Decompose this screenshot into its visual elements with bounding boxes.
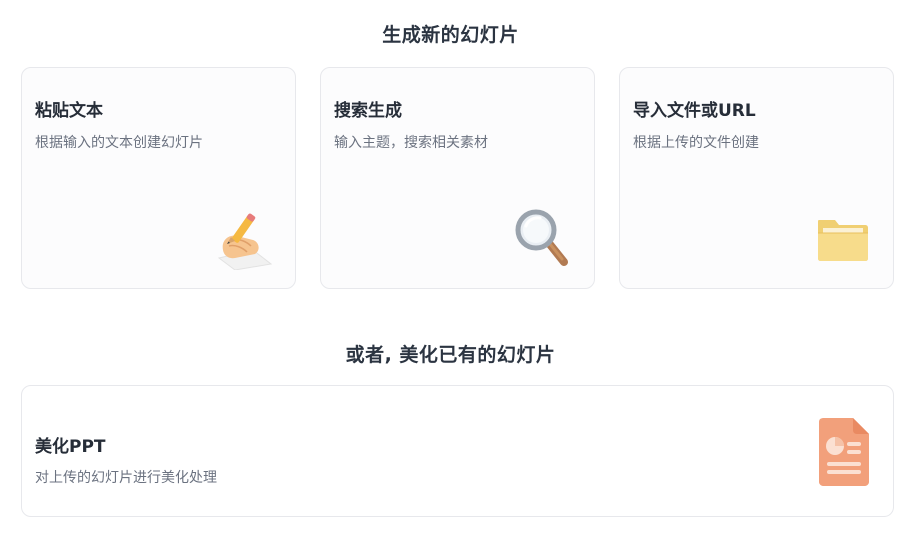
import-file-url-title: 导入文件或URL bbox=[633, 101, 756, 121]
search-generate-description: 输入主题，搜索相关素材 bbox=[334, 135, 488, 151]
paste-text-card[interactable]: 粘贴文本 根据输入的文本创建幻灯片 bbox=[21, 67, 296, 289]
paste-text-title: 粘贴文本 bbox=[35, 101, 103, 121]
search-generate-title: 搜索生成 bbox=[334, 101, 402, 121]
search-generate-card[interactable]: 搜索生成 输入主题，搜索相关素材 bbox=[320, 67, 595, 289]
magnifying-glass-icon bbox=[515, 209, 568, 266]
folder-icon bbox=[818, 220, 868, 261]
beautify-ppt-title: 美化PPT bbox=[35, 437, 106, 457]
beautify-ppt-card[interactable]: 美化PPT 对上传的幻灯片进行美化处理 bbox=[21, 385, 894, 517]
beautify-section-title: 或者, 美化已有的幻灯片 bbox=[345, 344, 556, 366]
writing-hand-icon bbox=[217, 213, 273, 270]
beautify-ppt-description: 对上传的幻灯片进行美化处理 bbox=[35, 470, 217, 486]
new-slides-section-title: 生成新的幻灯片 bbox=[382, 24, 519, 46]
import-file-url-card[interactable]: 导入文件或URL 根据上传的文件创建 bbox=[619, 67, 894, 289]
paste-text-description: 根据输入的文本创建幻灯片 bbox=[35, 135, 203, 151]
presentation-file-icon bbox=[819, 418, 869, 486]
import-file-url-description: 根据上传的文件创建 bbox=[633, 135, 759, 151]
